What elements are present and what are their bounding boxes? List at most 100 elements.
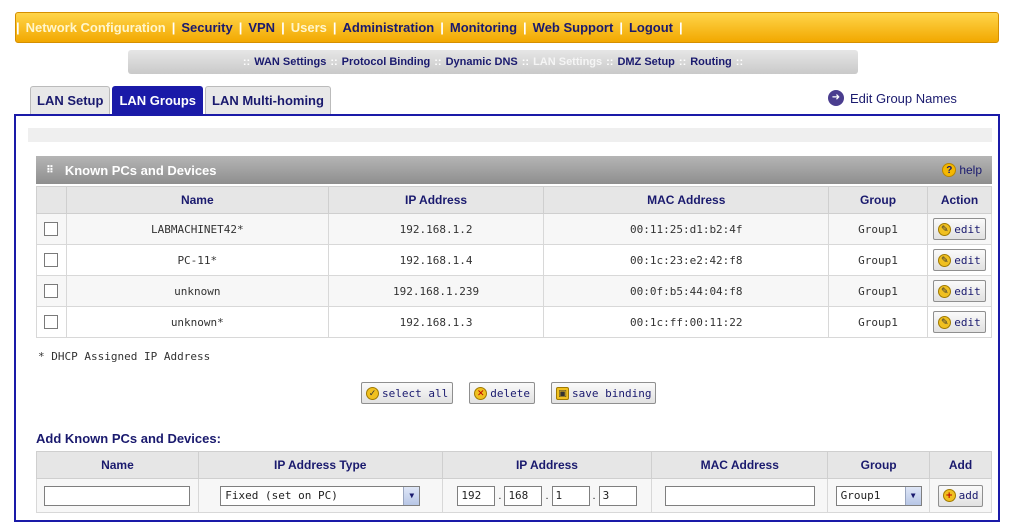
edit-button[interactable]: ✎ edit — [933, 249, 986, 271]
add-column-ip-type: IP Address Type — [197, 451, 443, 479]
device-mac: 00:1c:23:e2:42:f8 — [543, 244, 830, 276]
edit-button-label: edit — [954, 253, 981, 267]
device-ip: 192.168.1.239 — [327, 275, 545, 307]
mac-address-input[interactable] — [664, 485, 815, 506]
device-group: Group1 — [828, 213, 928, 245]
subnav-separator: :: — [606, 56, 614, 68]
add-row: Fixed (set on PC) ▼ . . . Group1 ▼ +add — [36, 478, 992, 513]
sub-nav-item[interactable]: Dynamic DNS — [446, 56, 518, 68]
pencil-icon: ✎ — [938, 222, 952, 236]
add-column-mac: MAC Address — [651, 451, 829, 479]
save-binding-label: save binding — [571, 386, 652, 400]
ip-octet-2[interactable] — [504, 485, 543, 506]
ip-dot: . — [498, 489, 502, 502]
edit-button[interactable]: ✎ edit — [933, 280, 986, 302]
column-header-action: Action — [927, 186, 992, 214]
plus-icon: + — [942, 489, 956, 502]
device-ip: 192.168.1.2 — [327, 213, 545, 245]
select-all-button[interactable]: ✓ select all — [361, 382, 454, 404]
tab-lan-groups[interactable]: LAN Groups — [112, 86, 204, 114]
sub-nav-item[interactable]: WAN Settings — [254, 56, 326, 68]
help-label: help — [959, 163, 982, 177]
status-bar — [28, 128, 992, 142]
ip-type-select[interactable]: Fixed (set on PC) ▼ — [220, 485, 421, 506]
ip-type-value: Fixed (set on PC) — [225, 489, 338, 502]
table-row: PC-11* 192.168.1.4 00:1c:23:e2:42:f8 Gro… — [36, 244, 992, 276]
known-devices-table: Name IP Address MAC Address Group Action… — [36, 186, 992, 338]
content-panel: ⠿ Known PCs and Devices ? help Name IP A… — [14, 114, 1000, 522]
ip-dot: . — [545, 489, 549, 502]
row-checkbox[interactable] — [44, 222, 59, 236]
ip-octet-4[interactable] — [598, 485, 637, 506]
add-device-table: Name IP Address Type IP Address MAC Addr… — [36, 451, 992, 513]
device-ip: 192.168.1.3 — [327, 306, 545, 338]
subnav-separator: :: — [330, 56, 338, 68]
add-column-add: Add — [929, 451, 992, 479]
column-header-select — [36, 186, 67, 214]
main-nav-item[interactable]: Security — [175, 20, 238, 35]
main-nav-item[interactable]: Users — [285, 20, 333, 35]
subnav-separator: :: — [521, 56, 530, 68]
pencil-icon: ✎ — [938, 253, 952, 267]
add-button-label: add — [958, 489, 979, 502]
tab-bar: LAN Setup LAN Groups LAN Multi-homing — [30, 86, 331, 114]
edit-button-label: edit — [954, 315, 981, 329]
device-name: unknown — [65, 275, 329, 307]
row-checkbox[interactable] — [44, 253, 59, 267]
check-icon: ✓ — [366, 386, 379, 400]
row-checkbox[interactable] — [44, 315, 59, 329]
subnav-separator: :: — [242, 56, 251, 68]
add-column-group: Group — [827, 451, 931, 479]
chevron-down-icon: ▼ — [904, 486, 921, 505]
device-mac: 00:0f:b5:44:04:f8 — [543, 275, 830, 307]
sub-nav: :: WAN Settings:: Protocol Binding:: Dynami… — [128, 50, 858, 74]
delete-icon: ✕ — [474, 386, 488, 400]
ip-octet-1[interactable] — [457, 485, 496, 506]
table-row: unknown 192.168.1.239 00:0f:b5:44:04:f8 … — [36, 275, 992, 307]
ip-dot: . — [592, 489, 596, 502]
main-nav-item[interactable]: Logout — [623, 20, 679, 35]
main-nav-item[interactable]: Web Support — [527, 20, 620, 35]
column-header-ip: IP Address — [327, 186, 545, 214]
tab-lan-setup[interactable]: LAN Setup — [30, 86, 111, 114]
action-buttons: ✓ select all ✕ delete ▣ save binding — [361, 382, 657, 404]
save-icon: ▣ — [555, 386, 569, 400]
sub-nav-item[interactable]: Protocol Binding — [342, 56, 431, 68]
column-header-mac: MAC Address — [543, 186, 830, 214]
row-checkbox[interactable] — [44, 284, 59, 298]
main-nav-item[interactable]: Administration — [337, 20, 441, 35]
sub-nav-item[interactable]: Routing — [690, 56, 732, 68]
device-ip: 192.168.1.4 — [327, 244, 545, 276]
subnav-separator: :: — [434, 56, 442, 68]
add-column-name: Name — [36, 451, 199, 479]
device-mac: 00:1c:ff:00:11:22 — [543, 306, 830, 338]
main-nav-item[interactable]: Monitoring — [444, 20, 523, 35]
main-nav-item[interactable]: Network Configuration — [20, 20, 172, 35]
sub-nav-item[interactable]: LAN Settings — [533, 56, 602, 68]
delete-label: delete — [490, 386, 530, 400]
add-column-ip: IP Address — [441, 451, 653, 479]
add-button[interactable]: + add — [937, 484, 984, 507]
tab-lan-multi-homing[interactable]: LAN Multi-homing — [205, 86, 331, 114]
table-row: unknown* 192.168.1.3 00:1c:ff:00:11:22 G… — [36, 306, 992, 338]
ip-octet-3[interactable] — [551, 485, 590, 506]
main-nav-item[interactable]: VPN — [242, 20, 281, 35]
device-group: Group1 — [828, 244, 928, 276]
arrow-right-icon: ➜ — [828, 90, 844, 106]
name-input[interactable] — [44, 485, 191, 506]
help-icon: ? — [942, 163, 957, 177]
subnav-separator: :: — [735, 56, 744, 68]
dhcp-note: * DHCP Assigned IP Address — [38, 350, 211, 363]
group-select[interactable]: Group1 ▼ — [835, 485, 922, 506]
sub-nav-item[interactable]: DMZ Setup — [617, 56, 674, 68]
delete-button[interactable]: ✕ delete — [469, 382, 535, 404]
pencil-icon: ✎ — [938, 284, 952, 298]
subnav-separator: :: — [678, 56, 687, 68]
edit-button[interactable]: ✎ edit — [933, 311, 986, 333]
help-link[interactable]: ? help — [942, 163, 982, 177]
grip-icon: ⠿ — [46, 164, 55, 176]
save-binding-button[interactable]: ▣ save binding — [550, 382, 657, 404]
edit-button[interactable]: ✎ edit — [933, 218, 986, 240]
edit-group-names-link[interactable]: ➜ Edit Group Names — [828, 90, 957, 106]
device-group: Group1 — [828, 306, 928, 338]
